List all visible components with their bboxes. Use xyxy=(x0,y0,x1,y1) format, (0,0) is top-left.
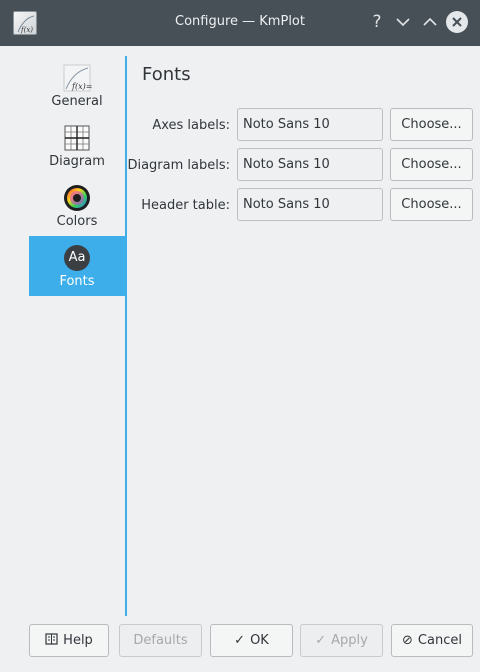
close-icon[interactable] xyxy=(446,11,468,33)
font-aa-icon-text: Aa xyxy=(68,250,86,265)
axes-labels-font-field: Noto Sans 10 xyxy=(237,108,383,141)
ok-button-label: OK xyxy=(250,633,269,648)
color-wheel-icon xyxy=(61,182,93,214)
check-icon: ✓ xyxy=(315,633,327,648)
diagram-labels-label: Diagram labels: xyxy=(127,158,230,173)
apply-button-label: Apply xyxy=(331,633,368,648)
sidebar-item-label: Fonts xyxy=(59,274,95,289)
header-table-font-field: Noto Sans 10 xyxy=(237,188,383,221)
cancel-button-label: Cancel xyxy=(417,633,462,648)
help-button-label: Help xyxy=(63,633,93,648)
sidebar-item-label: General xyxy=(51,94,103,109)
cancel-icon: ⊘ xyxy=(402,633,413,648)
maximize-icon[interactable] xyxy=(419,11,441,33)
sidebar-item-colors[interactable]: Colors xyxy=(29,176,125,236)
sidebar-divider xyxy=(125,56,127,616)
window-title: Configure — KmPlot xyxy=(175,14,305,29)
axes-labels-choose-button[interactable]: Choose... xyxy=(390,108,473,141)
diagram-labels-font-field: Noto Sans 10 xyxy=(237,148,383,181)
font-aa-icon: Aa xyxy=(61,242,93,274)
sidebar-item-general[interactable]: f(x)= General xyxy=(29,56,125,116)
help-book-icon xyxy=(45,625,58,656)
svg-text:f(x)=: f(x)= xyxy=(71,82,92,91)
minimize-icon[interactable] xyxy=(392,11,414,33)
page-title: Fonts xyxy=(142,64,191,85)
help-icon[interactable]: ? xyxy=(366,11,388,33)
header-table-label: Header table: xyxy=(141,198,230,213)
cancel-button[interactable]: ⊘ Cancel xyxy=(391,624,473,657)
defaults-button[interactable]: Defaults xyxy=(119,624,202,657)
grid-icon xyxy=(61,122,93,154)
title-bar[interactable]: f(x) Configure — KmPlot ? xyxy=(0,0,480,46)
function-graph-icon: f(x)= xyxy=(61,62,93,94)
configure-dialog: f(x) Configure — KmPlot ? f(x)= General xyxy=(0,0,480,672)
svg-text:f(x): f(x) xyxy=(20,26,33,34)
sidebar-item-label: Diagram xyxy=(49,154,105,169)
sidebar-item-fonts[interactable]: Aa Fonts xyxy=(29,236,125,296)
axes-labels-label: Axes labels: xyxy=(152,118,230,133)
diagram-labels-choose-button[interactable]: Choose... xyxy=(390,148,473,181)
ok-button[interactable]: ✓ OK xyxy=(210,624,293,657)
apply-button[interactable]: ✓ Apply xyxy=(300,624,383,657)
sidebar-item-diagram[interactable]: Diagram xyxy=(29,116,125,176)
header-table-choose-button[interactable]: Choose... xyxy=(390,188,473,221)
category-sidebar: f(x)= General Diagram Colors Aa Fonts xyxy=(29,56,125,616)
sidebar-item-label: Colors xyxy=(56,214,98,229)
help-button[interactable]: Help xyxy=(29,624,109,657)
kmplot-app-icon[interactable]: f(x) xyxy=(13,11,37,35)
check-icon: ✓ xyxy=(234,633,246,648)
